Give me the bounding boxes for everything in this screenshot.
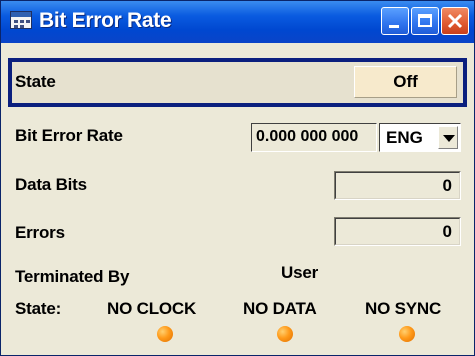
no-sync-led-icon [399, 326, 415, 342]
minimize-button[interactable] [381, 7, 409, 35]
minimize-icon [389, 25, 399, 28]
table-window-icon [10, 11, 32, 29]
errors-label: Errors [15, 223, 65, 242]
no-data-label: NO DATA [243, 299, 317, 318]
terminated-by-label: Terminated By [15, 267, 130, 286]
terminated-by-value: User [281, 263, 319, 282]
no-data-led-icon [277, 326, 293, 342]
errors-value: 0 [442, 222, 452, 241]
no-clock-label: NO CLOCK [107, 299, 197, 318]
title-bar[interactable]: Bit Error Rate [1, 1, 474, 43]
no-sync-label: NO SYNC [365, 299, 442, 318]
state-row: State Off [8, 58, 467, 107]
status-state-label: State: [15, 299, 62, 318]
close-icon [447, 13, 463, 29]
chevron-down-icon [443, 135, 455, 142]
unit-select[interactable]: ENG [379, 123, 461, 152]
unit-select-value: ENG [386, 128, 423, 147]
data-bits-label: Data Bits [15, 175, 87, 194]
dropdown-arrow-button[interactable] [438, 126, 458, 149]
errors-field: 0 [334, 217, 461, 246]
state-toggle-button[interactable]: Off [354, 66, 457, 98]
no-clock-led-icon [157, 326, 173, 342]
close-button[interactable] [441, 7, 469, 35]
state-label: State [15, 72, 56, 91]
maximize-button[interactable] [411, 7, 439, 35]
data-bits-value: 0 [442, 176, 452, 195]
bit-error-rate-label: Bit Error Rate [15, 126, 123, 145]
bit-error-rate-window: Bit Error Rate State Off Bit Error Rate … [0, 0, 475, 356]
maximize-icon [418, 14, 432, 27]
window-title: Bit Error Rate [39, 9, 172, 32]
bit-error-rate-value: 0.000 000 000 [251, 123, 377, 152]
data-bits-field: 0 [334, 171, 461, 200]
